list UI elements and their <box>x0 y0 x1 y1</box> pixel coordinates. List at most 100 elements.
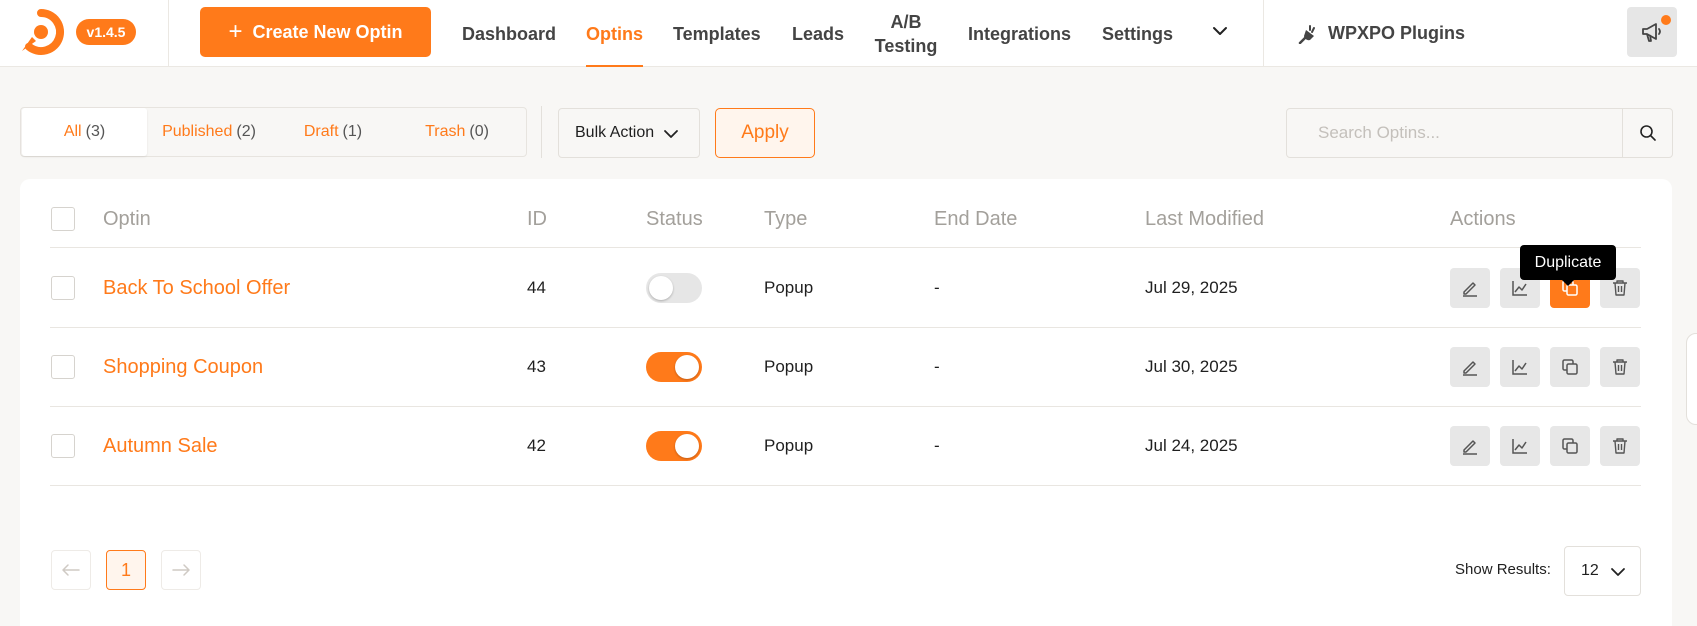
nav-dashboard[interactable]: Dashboard <box>462 0 556 67</box>
filter-trash-label: Trash <box>425 123 466 140</box>
optin-id: 42 <box>527 436 546 455</box>
edit-icon <box>1463 440 1477 455</box>
trash-icon <box>1613 280 1627 296</box>
search-input[interactable] <box>1287 109 1621 157</box>
notification-button[interactable] <box>1627 7 1677 57</box>
header-actions: Actions <box>1450 208 1516 230</box>
filter-published-count: (2) <box>236 123 256 140</box>
optins-table-card: Optin ID Status Type End Date Last Modif… <box>20 179 1672 626</box>
analytics-icon <box>1512 360 1527 375</box>
wpxpo-plugins-label: WPXPO Plugins <box>1328 23 1466 43</box>
create-new-optin-button[interactable]: + Create New Optin <box>200 7 431 57</box>
table-row: Shopping Coupon 43 Popup - Jul 30, 2025 <box>50 328 1641 407</box>
filter-draft-count: (1) <box>342 123 363 140</box>
row-checkbox[interactable] <box>51 276 75 300</box>
nav-ab-testing[interactable]: A/B Testing <box>872 0 940 67</box>
nav-optins[interactable]: Optins <box>586 0 643 67</box>
optin-name-link[interactable]: Autumn Sale <box>103 407 218 485</box>
status-filter-tabs: All (3) Published (2) Draft (1) Trash (0… <box>20 107 527 157</box>
arrow-right-icon <box>172 564 190 576</box>
duplicate-button[interactable] <box>1550 426 1590 466</box>
header-id: ID <box>527 208 547 230</box>
filter-draft[interactable]: Draft (1) <box>271 108 395 156</box>
show-results-label: Show Results: <box>1455 561 1551 578</box>
results-per-page-select[interactable]: 12 <box>1564 546 1641 596</box>
nav-settings[interactable]: Settings <box>1102 0 1173 67</box>
header-type: Type <box>764 208 808 230</box>
nav-leads[interactable]: Leads <box>792 0 844 67</box>
optin-id: 44 <box>527 278 546 297</box>
prev-page-button[interactable] <box>51 550 91 590</box>
duplicate-button[interactable] <box>1550 347 1590 387</box>
filter-all-count: (3) <box>85 123 106 140</box>
notification-dot <box>1661 15 1671 25</box>
page-button-current[interactable]: 1 <box>106 550 146 590</box>
analytics-icon <box>1512 439 1527 454</box>
duplicate-icon <box>1562 438 1578 454</box>
toggle-knob <box>649 276 673 300</box>
select-all-checkbox[interactable] <box>51 207 75 231</box>
version-badge: v1.4.5 <box>76 19 136 45</box>
arrow-left-icon <box>62 564 80 576</box>
edit-icon <box>1463 361 1477 376</box>
toggle-knob <box>675 355 699 379</box>
row-checkbox[interactable] <box>51 434 75 458</box>
status-toggle[interactable] <box>646 431 702 461</box>
edit-button[interactable] <box>1450 426 1490 466</box>
filter-all[interactable]: All (3) <box>22 108 147 156</box>
bulk-action-select[interactable]: Bulk Action <box>558 108 700 158</box>
plus-icon: + <box>228 18 243 45</box>
logo-icon[interactable] <box>16 7 66 57</box>
side-panel-edge[interactable] <box>1686 333 1697 425</box>
duplicate-tooltip: Duplicate <box>1520 245 1616 286</box>
header-end-date: End Date <box>934 208 1018 230</box>
optin-last-modified: Jul 24, 2025 <box>1145 436 1238 455</box>
edit-button[interactable] <box>1450 268 1490 308</box>
header-divider <box>168 0 169 67</box>
status-toggle[interactable] <box>646 352 702 382</box>
header-divider <box>1263 0 1264 67</box>
filter-published-label: Published <box>162 123 233 140</box>
row-checkbox[interactable] <box>51 355 75 379</box>
nav-templates[interactable]: Templates <box>673 0 761 67</box>
wpxpo-plugins-link[interactable]: WPXPO Plugins <box>1298 0 1465 67</box>
optin-end-date: - <box>934 436 940 455</box>
optin-last-modified: Jul 29, 2025 <box>1145 278 1238 297</box>
edit-button[interactable] <box>1450 347 1490 387</box>
delete-button[interactable] <box>1600 426 1640 466</box>
chevron-down-icon <box>1611 568 1625 576</box>
filter-trash[interactable]: Trash (0) <box>395 108 519 156</box>
table-row: Autumn Sale 42 Popup - Jul 24, 2025 <box>50 407 1641 486</box>
apply-button[interactable]: Apply <box>715 108 815 158</box>
table-header: Optin ID Status Type End Date Last Modif… <box>50 207 1641 248</box>
analytics-button[interactable] <box>1500 347 1540 387</box>
optin-end-date: - <box>934 357 940 376</box>
chevron-down-icon[interactable] <box>1209 20 1231 42</box>
optin-type: Popup <box>764 357 814 376</box>
optin-last-modified: Jul 30, 2025 <box>1145 357 1238 376</box>
create-new-optin-label: Create New Optin <box>252 21 403 42</box>
analytics-button[interactable] <box>1500 426 1540 466</box>
search-button[interactable] <box>1622 109 1672 157</box>
duplicate-icon <box>1562 359 1578 375</box>
chevron-down-icon <box>664 130 678 138</box>
filter-published[interactable]: Published (2) <box>147 108 271 156</box>
status-toggle[interactable] <box>646 273 702 303</box>
optin-name-link[interactable]: Back To School Offer <box>103 249 290 327</box>
optin-type: Popup <box>764 436 814 455</box>
plug-icon <box>1298 24 1315 44</box>
optin-type: Popup <box>764 278 814 297</box>
delete-button[interactable] <box>1600 347 1640 387</box>
filter-trash-count: (0) <box>469 123 489 140</box>
header-status: Status <box>646 208 703 230</box>
nav-integrations[interactable]: Integrations <box>968 0 1071 67</box>
top-navigation-bar: v1.4.5 + Create New Optin Dashboard Opti… <box>0 0 1697 67</box>
next-page-button[interactable] <box>161 550 201 590</box>
header-optin: Optin <box>103 208 151 230</box>
analytics-icon <box>1512 281 1527 296</box>
edit-icon <box>1463 282 1477 297</box>
trash-icon <box>1613 359 1627 375</box>
bulk-action-label: Bulk Action <box>575 124 655 141</box>
results-per-page-value: 12 <box>1581 562 1599 579</box>
optin-name-link[interactable]: Shopping Coupon <box>103 328 263 406</box>
